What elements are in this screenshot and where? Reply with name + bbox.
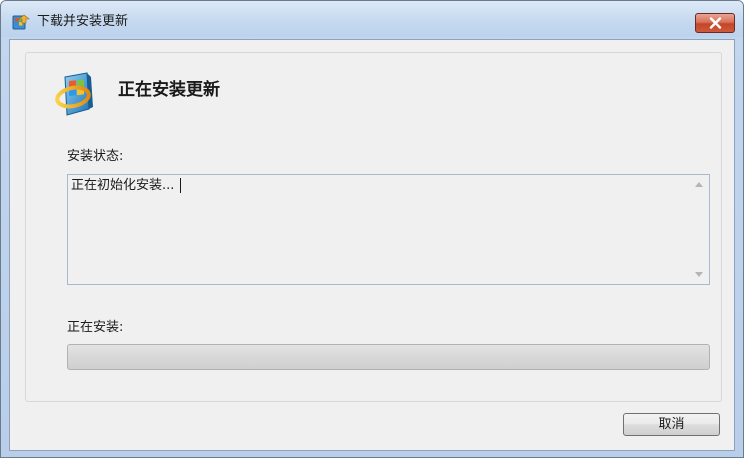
window-title: 下载并安装更新 bbox=[37, 14, 129, 29]
page-title: 正在安装更新 bbox=[118, 80, 220, 100]
install-label: 正在安装: bbox=[67, 320, 124, 335]
status-label: 安装状态: bbox=[67, 149, 124, 164]
scroll-down-arrow-icon[interactable] bbox=[695, 272, 703, 277]
text-caret bbox=[180, 178, 181, 193]
title-bar[interactable]: 下载并安装更新 bbox=[1, 1, 743, 37]
content-panel: 正在安装更新 安装状态: 正在初始化安装... 正在安装: bbox=[25, 52, 722, 402]
dialog-body: 正在安装更新 安装状态: 正在初始化安装... 正在安装: 取消 bbox=[9, 39, 735, 451]
status-text: 正在初始化安装... bbox=[71, 178, 175, 193]
status-textbox[interactable]: 正在初始化安装... bbox=[67, 174, 710, 285]
windows-update-icon bbox=[55, 72, 93, 116]
windows-update-icon bbox=[12, 14, 30, 30]
cancel-button[interactable]: 取消 bbox=[623, 413, 720, 436]
close-button[interactable] bbox=[695, 13, 735, 33]
close-icon bbox=[709, 17, 722, 29]
scroll-up-arrow-icon[interactable] bbox=[695, 182, 703, 187]
dialog-window: 下载并安装更新 正在安装更新 安装状态: 正在初始化安装... 正在安装: 取消 bbox=[0, 0, 744, 458]
install-progress-bar bbox=[67, 344, 710, 370]
status-scrollbar[interactable] bbox=[689, 175, 709, 284]
